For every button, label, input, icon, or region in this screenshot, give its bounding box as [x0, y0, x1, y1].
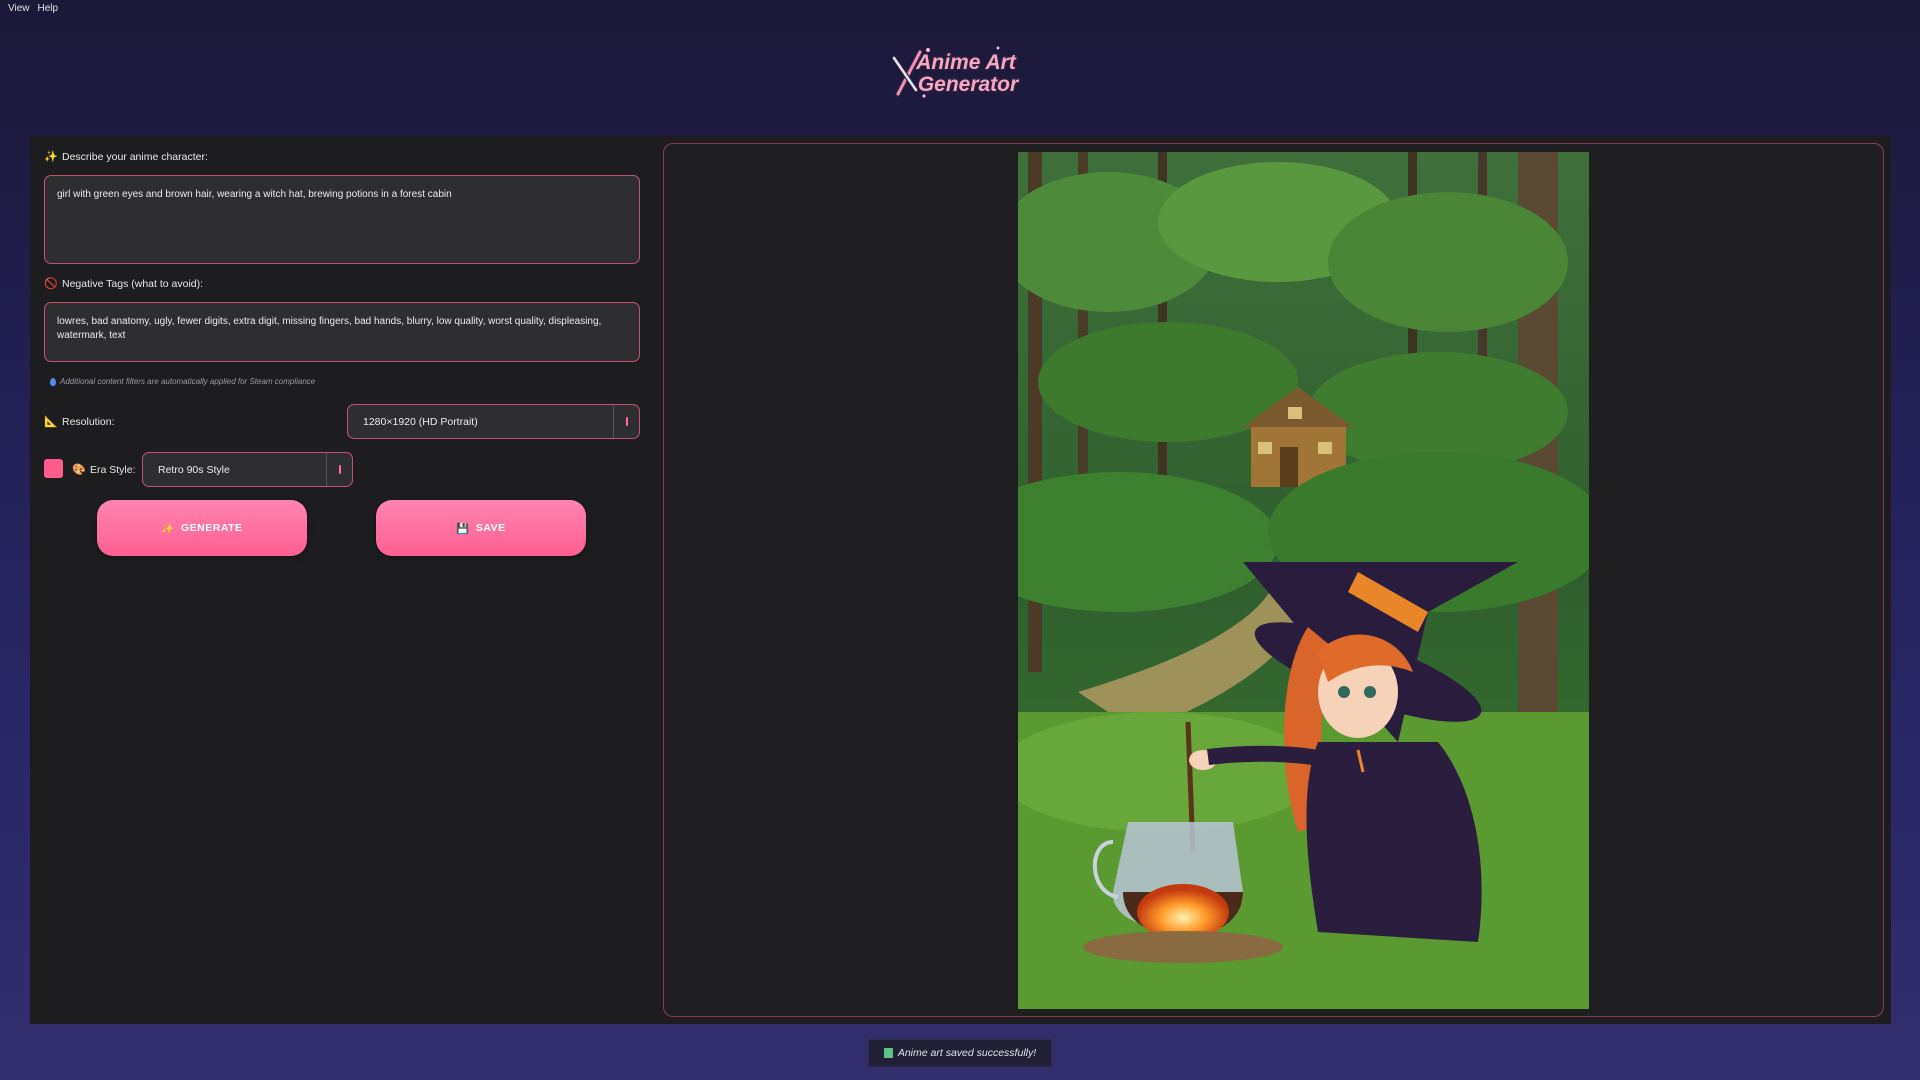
no-entry-icon: 🚫 [44, 278, 58, 290]
describe-label: Describe your anime character: [62, 150, 208, 163]
era-label: Era Style: [90, 463, 136, 476]
character-description-input[interactable]: girl with green eyes and brown hair, wea… [44, 175, 640, 264]
save-button-label: SAVE [475, 522, 506, 534]
era-style-select[interactable]: Retro 90s Style [142, 452, 353, 487]
describe-label-row: ✨ Describe your anime character: [44, 150, 208, 164]
menu-help[interactable]: Help [34, 0, 63, 16]
negative-label: Negative Tags (what to avoid): [62, 277, 204, 290]
sparkles-icon: ✨ [161, 522, 175, 535]
era-label-row: 🎨 Era Style: [72, 463, 136, 477]
menu-bar: View Help [0, 0, 62, 16]
compliance-note: Additional content filters are automatic… [50, 377, 315, 386]
resolution-value: 1280×1920 (HD Portrait) [363, 415, 478, 428]
book-icon [883, 1048, 893, 1058]
sparkles-icon: ✨ [44, 151, 58, 163]
logo-title-line1: Anime Art [915, 51, 1017, 74]
era-color-swatch[interactable] [44, 459, 63, 478]
dropdown-arrow-icon[interactable] [613, 405, 639, 438]
logo-graphic: Anime Art Generator [891, 46, 1022, 98]
generate-button-label: GENERATE [181, 522, 243, 534]
negative-label-row: 🚫 Negative Tags (what to avoid): [44, 277, 204, 291]
dropdown-arrow-icon[interactable] [326, 453, 352, 486]
generated-image [1018, 152, 1589, 1009]
floppy-disk-icon: 💾 [456, 522, 470, 535]
resolution-select[interactable]: 1280×1920 (HD Portrait) [347, 404, 640, 439]
compliance-note-text: Additional content filters are automatic… [60, 377, 316, 386]
status-toast: Anime art saved successfully! [868, 1039, 1052, 1067]
resolution-label-row: 📐 Resolution: [44, 415, 115, 429]
negative-tags-input[interactable]: lowres, bad anatomy, ugly, fewer digits,… [44, 302, 640, 362]
logo-title-line2: Generator [918, 73, 1020, 96]
era-style-value: Retro 90s Style [158, 463, 230, 476]
main-panel: ✨ Describe your anime character: girl wi… [30, 136, 1891, 1024]
droplet-icon [50, 377, 56, 386]
palette-icon: 🎨 [72, 464, 86, 476]
app-logo: Anime Art Generator [890, 44, 1024, 104]
ruler-icon: 📐 [44, 416, 58, 428]
controls-panel: ✨ Describe your anime character: girl wi… [30, 136, 670, 1024]
save-button[interactable]: 💾 SAVE [376, 500, 586, 556]
generate-button[interactable]: ✨ GENERATE [97, 500, 307, 556]
toast-message: Anime art saved successfully! [897, 1047, 1037, 1059]
menu-view[interactable]: View [0, 0, 34, 16]
resolution-label: Resolution: [62, 415, 115, 428]
